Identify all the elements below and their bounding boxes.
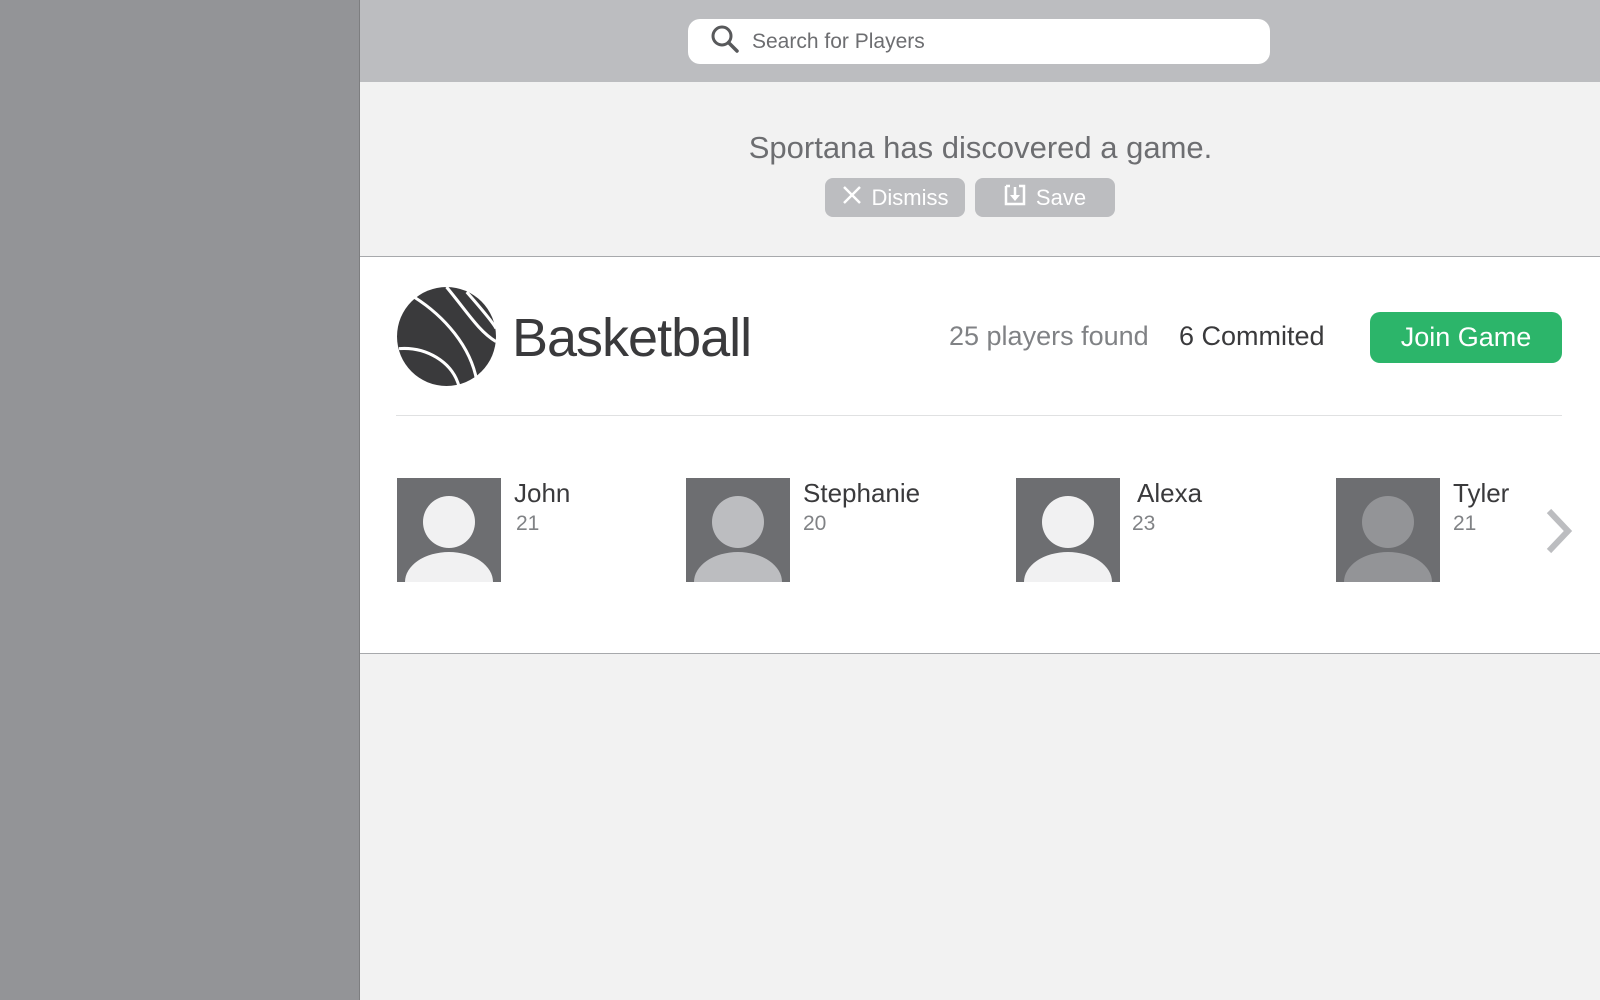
main-panel: Sportana has discovered a game. Dismiss: [359, 0, 1600, 1000]
sport-title: Basketball: [512, 308, 752, 368]
player-name: John: [514, 478, 571, 508]
player-age: 21: [516, 512, 540, 535]
dismiss-label: Dismiss: [871, 184, 949, 210]
chevron-right-icon[interactable]: [1543, 508, 1573, 559]
game-discovery-notice: Sportana has discovered a game. Dismiss: [360, 82, 1600, 257]
divider: [396, 415, 1562, 416]
player-age: 21: [1453, 512, 1477, 535]
player-age: 20: [803, 512, 827, 535]
basketball-icon: [396, 286, 498, 392]
save-button[interactable]: Save: [975, 178, 1115, 217]
avatar: [1336, 478, 1440, 582]
players-found-count: 25 players found: [949, 321, 1149, 351]
search-icon: [710, 24, 740, 59]
player-name: Tyler: [1453, 478, 1510, 508]
dismiss-button[interactable]: Dismiss: [825, 178, 965, 217]
player-name: Stephanie: [803, 478, 921, 508]
committed-count: 6 Commited: [1179, 321, 1325, 351]
game-card: Basketball 25 players found 6 Commited J…: [360, 257, 1600, 654]
avatar: [397, 478, 501, 582]
notice-actions: Dismiss Save: [825, 178, 1115, 217]
avatar: [686, 478, 790, 582]
search-input[interactable]: [750, 28, 1254, 55]
avatar: [1016, 478, 1120, 582]
notice-message: Sportana has discovered a game.: [748, 130, 1213, 165]
save-label: Save: [1035, 184, 1087, 210]
download-icon: [1004, 184, 1026, 212]
player-name: Alexa: [1137, 478, 1203, 508]
search-box[interactable]: [688, 19, 1270, 64]
top-bar: [360, 0, 1600, 82]
close-icon: [842, 185, 862, 211]
app-root: Sportana has discovered a game. Dismiss: [0, 0, 1600, 1000]
join-game-button[interactable]: Join Game: [1370, 312, 1562, 363]
player-age: 23: [1132, 512, 1156, 535]
sidebar: [0, 0, 359, 1000]
